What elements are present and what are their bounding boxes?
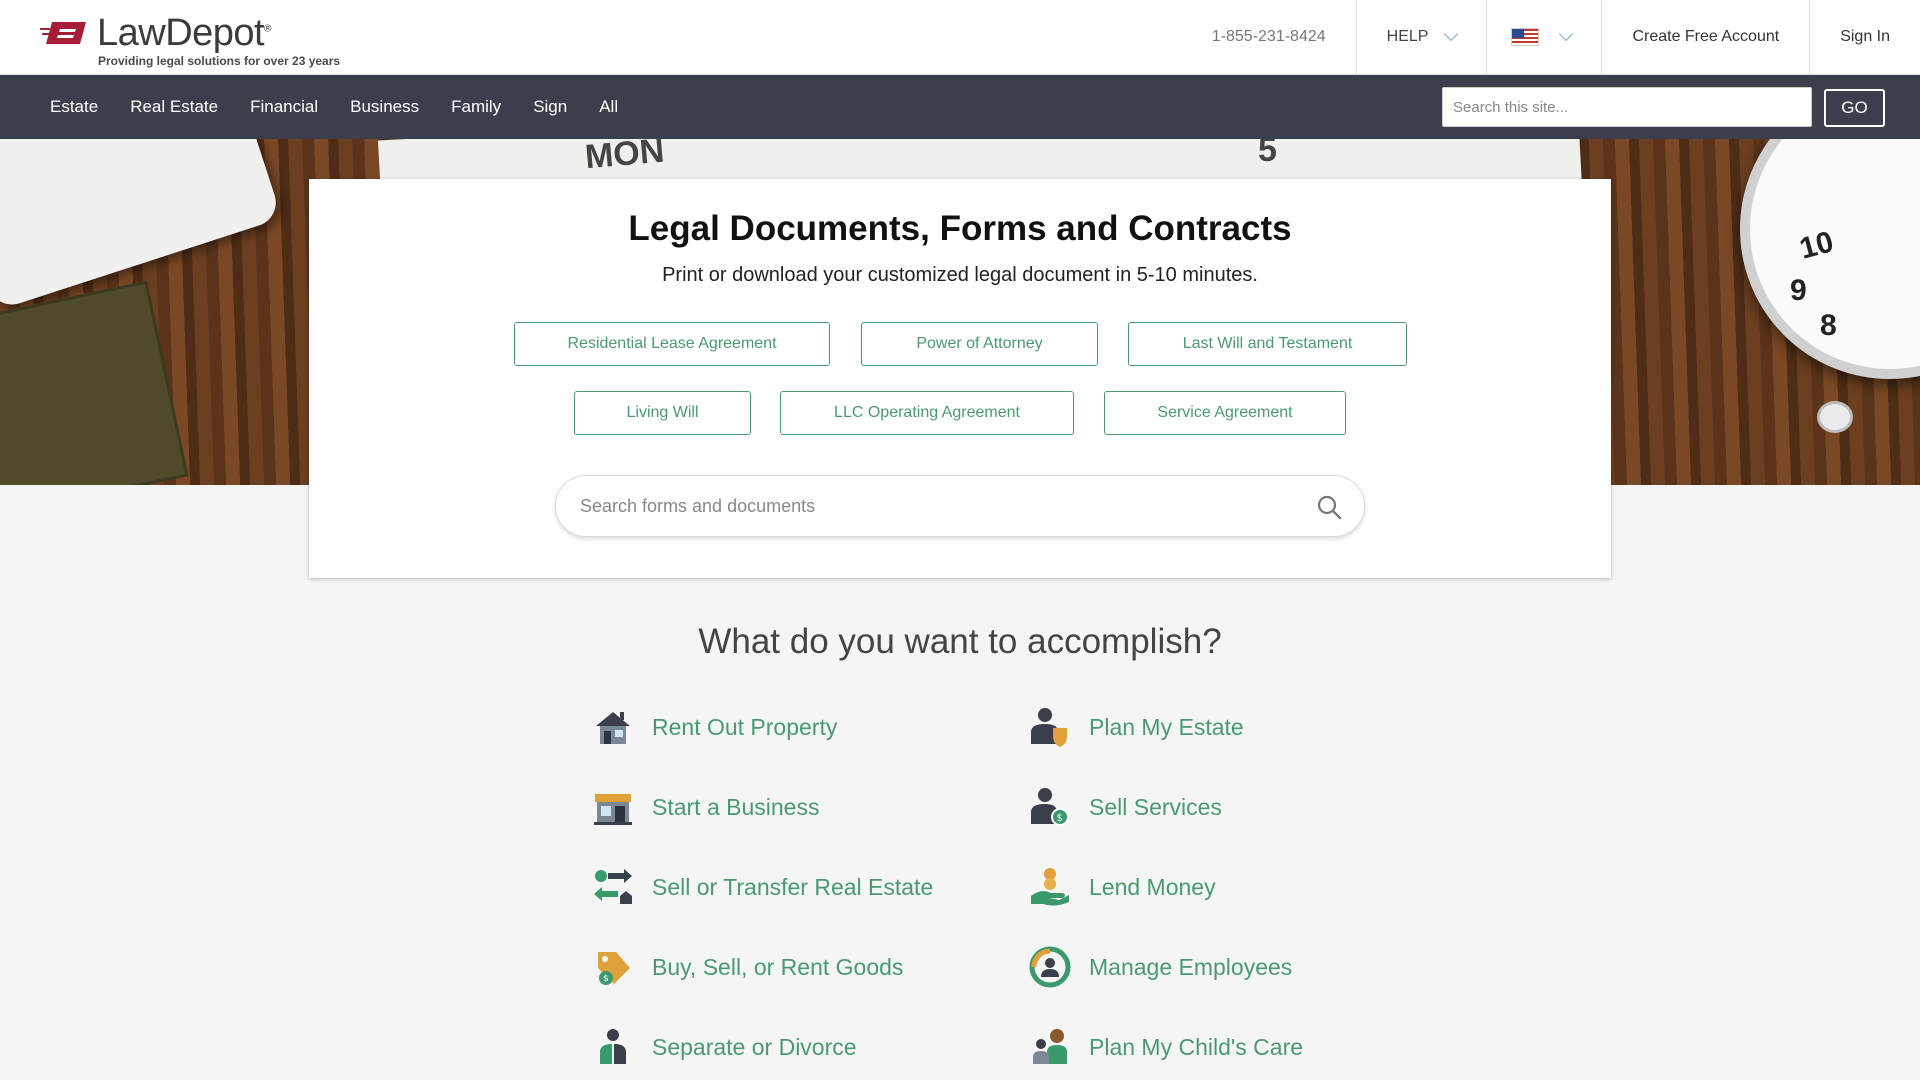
chevron-down-icon — [1444, 26, 1459, 42]
document-search-input[interactable]: Search forms and documents — [555, 475, 1365, 537]
help-dropdown[interactable]: HELP — [1357, 0, 1488, 74]
page-subtitle: Print or download your customized legal … — [662, 264, 1258, 286]
page-title: Legal Documents, Forms and Contracts — [628, 209, 1292, 248]
team-cycle-icon — [1029, 946, 1071, 988]
task-label: Sell Services — [1089, 793, 1222, 820]
book-decoration — [0, 280, 189, 485]
logo-text: LawDepot® — [97, 12, 271, 54]
accomplish-heading: What do you want to accomplish? — [698, 622, 1222, 661]
nav-item-all[interactable]: All — [583, 97, 634, 117]
phone-number[interactable]: 1-855-231-8424 — [1182, 0, 1357, 74]
task-label: Sell or Transfer Real Estate — [652, 873, 934, 900]
quick-link-service-agreement[interactable]: Service Agreement — [1104, 391, 1346, 435]
task-label: Start a Business — [652, 793, 820, 820]
quick-link-llc-operating-agreement[interactable]: LLC Operating Agreement — [780, 391, 1074, 435]
task-label: Plan My Estate — [1089, 713, 1244, 740]
person-shield-icon — [1031, 708, 1067, 747]
main-nav: Estate Real Estate Financial Business Fa… — [0, 75, 1920, 139]
logo-mark-icon — [40, 22, 86, 44]
task-label: Manage Employees — [1089, 953, 1293, 980]
task-plan-estate[interactable]: Plan My Estate — [1029, 705, 1244, 749]
svg-text:$: $ — [603, 974, 609, 984]
search-icon[interactable] — [1316, 494, 1342, 520]
split-person-icon — [600, 1029, 626, 1064]
parent-child-icon — [1033, 1029, 1067, 1064]
hand-coin-icon — [1031, 868, 1069, 906]
chevron-down-icon — [1559, 26, 1574, 42]
search-placeholder: Search forms and documents — [580, 495, 816, 516]
clock-number: 9 — [1790, 274, 1807, 307]
sign-in-link[interactable]: Sign In — [1810, 0, 1920, 74]
go-button[interactable]: GO — [1824, 89, 1885, 127]
country-selector[interactable] — [1487, 0, 1603, 74]
help-label: HELP — [1386, 28, 1429, 45]
task-manage-employees[interactable]: Manage Employees — [1029, 945, 1292, 989]
task-sell-transfer-real-estate[interactable]: Sell or Transfer Real Estate — [592, 865, 933, 909]
svg-text:$: $ — [1057, 813, 1063, 824]
task-rent-out-property[interactable]: Rent Out Property — [592, 705, 837, 749]
top-right-links: 1-855-231-8424 HELP Create Free Account … — [1182, 0, 1920, 74]
task-label: Plan My Child's Care — [1089, 1033, 1304, 1060]
us-flag-icon — [1511, 28, 1540, 46]
top-header: LawDepot® Providing legal solutions for … — [0, 0, 1920, 75]
site-search-input[interactable]: Search this site... — [1442, 87, 1812, 127]
clock-bell-decoration — [1817, 401, 1853, 433]
nav-item-financial[interactable]: Financial — [234, 97, 334, 117]
task-separate-divorce[interactable]: Separate or Divorce — [592, 1025, 857, 1069]
quick-link-living-will[interactable]: Living Will — [574, 391, 751, 435]
task-label: Buy, Sell, or Rent Goods — [652, 953, 904, 980]
task-start-business[interactable]: Start a Business — [592, 785, 819, 829]
storefront-icon — [594, 794, 632, 825]
task-buy-sell-rent-goods[interactable]: $ Buy, Sell, or Rent Goods — [592, 945, 903, 989]
lawdepot-logo[interactable]: LawDepot® Providing legal solutions for … — [40, 12, 360, 68]
task-label: Rent Out Property — [652, 713, 838, 740]
quick-link-last-will[interactable]: Last Will and Testament — [1128, 322, 1407, 366]
alarm-clock-decoration: 10 9 8 — [1740, 139, 1920, 379]
logo-tagline: Providing legal solutions for over 23 ye… — [98, 54, 341, 68]
nav-item-business[interactable]: Business — [334, 97, 435, 117]
task-plan-child-care[interactable]: Plan My Child's Care — [1029, 1025, 1303, 1069]
house-icon — [596, 712, 630, 744]
task-sell-services[interactable]: $ Sell Services — [1029, 785, 1222, 829]
calendar-date-text: 5 — [1258, 139, 1277, 169]
task-lend-money[interactable]: Lend Money — [1029, 865, 1216, 909]
task-label: Separate or Divorce — [652, 1033, 857, 1060]
nav-item-sign[interactable]: Sign — [517, 97, 583, 117]
nav-item-family[interactable]: Family — [435, 97, 517, 117]
quick-link-residential-lease[interactable]: Residential Lease Agreement — [514, 322, 830, 366]
create-account-link[interactable]: Create Free Account — [1602, 0, 1811, 74]
price-tag-icon: $ — [598, 952, 630, 985]
person-dollar-icon: $ — [1031, 788, 1069, 826]
clock-number: 8 — [1820, 309, 1837, 342]
quick-link-power-of-attorney[interactable]: Power of Attorney — [861, 322, 1098, 366]
task-label: Lend Money — [1089, 873, 1216, 900]
nav-item-estate[interactable]: Estate — [34, 97, 114, 117]
exchange-arrows-icon — [594, 869, 632, 904]
nav-item-real-estate[interactable]: Real Estate — [114, 97, 234, 117]
clock-number: 10 — [1796, 225, 1837, 266]
hero-card: Legal Documents, Forms and Contracts Pri… — [309, 179, 1611, 578]
